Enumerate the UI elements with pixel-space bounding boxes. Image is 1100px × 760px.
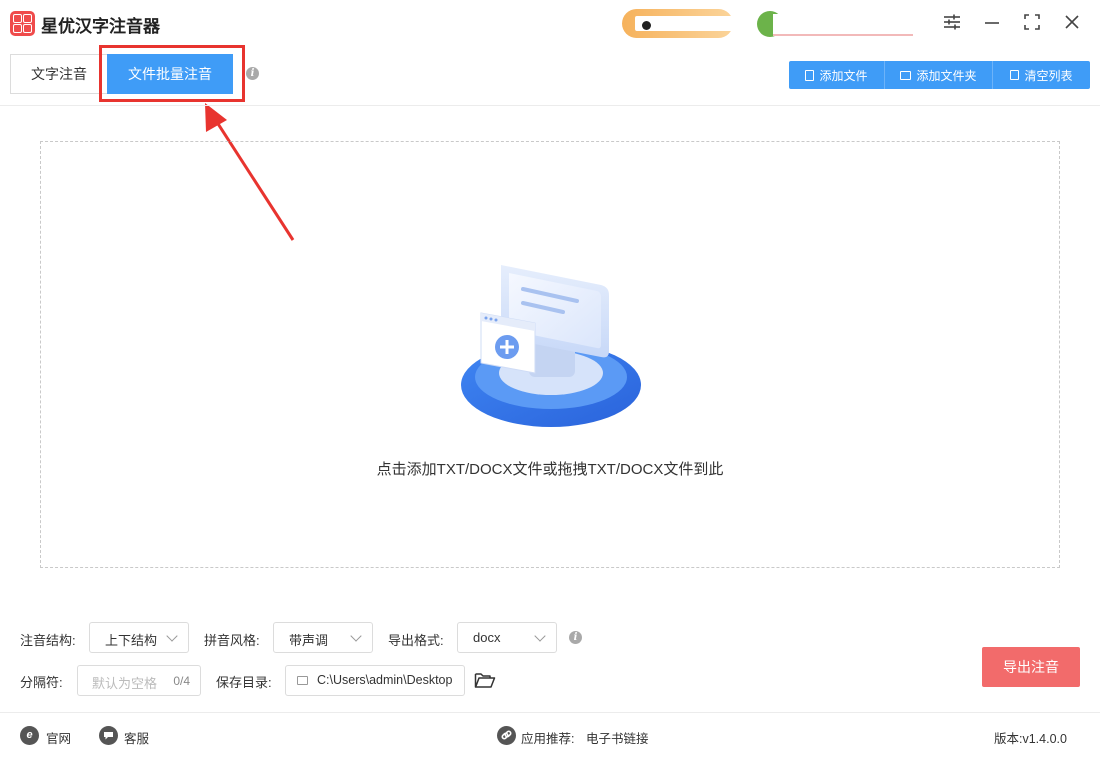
title-bar: 星优汉字注音器 xyxy=(0,0,1100,48)
user-name-redacted xyxy=(773,14,913,36)
add-file-illustration-icon xyxy=(461,265,641,427)
export-button[interactable]: 导出注音 xyxy=(982,647,1080,687)
structure-value: 上下结构 xyxy=(105,633,158,648)
add-folder-button[interactable]: 添加文件夹 xyxy=(885,61,993,89)
maximize-icon[interactable] xyxy=(1020,12,1044,36)
separator-placeholder: 默认为空格 xyxy=(92,676,158,691)
website-link[interactable]: 官网 xyxy=(46,728,71,747)
link-icon xyxy=(497,726,516,745)
app-logo-icon xyxy=(10,11,35,36)
add-file-label: 添加文件 xyxy=(819,68,868,83)
close-icon[interactable] xyxy=(1060,12,1084,36)
minimize-icon[interactable] xyxy=(980,12,1004,36)
add-file-button[interactable]: 添加文件 xyxy=(789,61,885,89)
drop-hint-text: 点击添加TXT/DOCX文件或拖拽TXT/DOCX文件到此 xyxy=(376,461,724,478)
chevron-down-icon xyxy=(166,630,178,642)
separator-input[interactable]: 默认为空格 0/4 xyxy=(77,665,201,696)
clear-list-label: 清空列表 xyxy=(1024,68,1073,83)
version-text: 版本:v1.4.0.0 xyxy=(994,732,1067,746)
pinyin-style-value: 带声调 xyxy=(289,633,329,648)
clear-list-button[interactable]: 清空列表 xyxy=(993,61,1090,89)
save-dir-value: C:\Users\admin\Desktop xyxy=(317,673,453,687)
toolbar-button-group: 添加文件 添加文件夹 清空列表 xyxy=(789,61,1090,89)
chevron-down-icon xyxy=(534,630,546,642)
trash-icon xyxy=(1010,70,1020,80)
folder-open-icon[interactable] xyxy=(474,671,496,689)
export-format-value: docx xyxy=(473,630,501,645)
separator-label: 分隔符: xyxy=(20,675,63,690)
structure-label: 注音结构: xyxy=(20,633,76,648)
header-divider xyxy=(0,105,1100,106)
info-icon[interactable]: i xyxy=(246,67,259,80)
footer-divider xyxy=(0,712,1100,713)
recommend-link[interactable]: 电子书链接 xyxy=(586,728,649,747)
recommend-label: 应用推荐: xyxy=(521,732,575,746)
folder-icon xyxy=(297,676,308,685)
vip-badge[interactable] xyxy=(622,9,733,38)
support-link[interactable]: 客服 xyxy=(124,728,149,747)
file-icon xyxy=(805,69,815,81)
app-title: 星优汉字注音器 xyxy=(41,17,160,36)
highlight-box xyxy=(99,45,245,102)
website-icon[interactable]: e xyxy=(20,726,39,745)
add-folder-label: 添加文件夹 xyxy=(916,68,977,83)
export-format-label: 导出格式: xyxy=(388,633,444,648)
pinyin-style-label: 拼音风格: xyxy=(204,633,260,648)
chevron-down-icon xyxy=(350,630,362,642)
pinyin-style-select[interactable]: 带声调 xyxy=(273,622,373,653)
tab-text-annotation[interactable]: 文字注音 xyxy=(10,54,107,94)
folder-icon xyxy=(900,70,912,80)
separator-count: 0/4 xyxy=(173,674,190,688)
save-dir-input[interactable]: C:\Users\admin\Desktop xyxy=(285,665,465,696)
chat-icon[interactable] xyxy=(99,726,118,745)
info-icon[interactable]: i xyxy=(569,631,582,644)
save-dir-label: 保存目录: xyxy=(216,675,272,690)
file-drop-zone[interactable]: 点击添加TXT/DOCX文件或拖拽TXT/DOCX文件到此 xyxy=(40,141,1060,568)
sliders-icon[interactable] xyxy=(940,12,964,36)
structure-select[interactable]: 上下结构 xyxy=(89,622,189,653)
export-format-select[interactable]: docx xyxy=(457,622,557,653)
